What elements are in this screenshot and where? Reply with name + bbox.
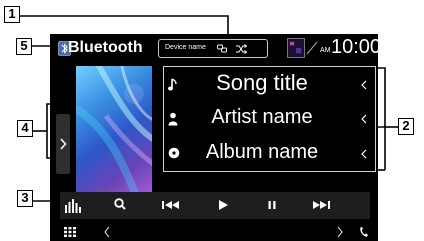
status-bar: Bluetooth Device name AM 10:00 [50, 34, 378, 64]
app-title: Bluetooth [68, 39, 143, 56]
chevron-left-icon[interactable] [103, 226, 111, 238]
equalizer-icon[interactable] [64, 196, 84, 214]
artist-name: Artist name [211, 106, 313, 128]
callout-4: 4 [17, 120, 33, 137]
divider-icon [306, 41, 318, 55]
pause-icon[interactable] [265, 196, 279, 214]
bluetooth-audio-screen: Bluetooth Device name AM 10:00 Song titl… [50, 34, 378, 241]
time-ampm: AM [320, 47, 331, 54]
callout-1: 1 [4, 6, 20, 23]
track-info-panel: Song title Artist name Album name [163, 66, 376, 172]
device-name: Device name [165, 44, 206, 51]
chevron-left-icon [361, 149, 367, 159]
album-artwork[interactable] [76, 66, 152, 192]
song-title: Song title [216, 70, 308, 95]
phone-icon[interactable] [359, 226, 369, 238]
chevron-right-icon [60, 138, 67, 150]
album-name: Album name [205, 141, 319, 163]
shuffle-icon [236, 44, 247, 54]
callout-3: 3 [17, 190, 33, 207]
chevron-right-icon[interactable] [336, 226, 344, 238]
callout-2: 2 [398, 118, 414, 135]
skip-previous-icon[interactable] [160, 196, 182, 214]
chevron-left-icon [361, 114, 367, 124]
device-info-bar[interactable]: Device name [158, 39, 268, 58]
side-panel-tab[interactable] [56, 114, 70, 174]
link-icon [217, 44, 227, 53]
source-thumbnail-icon[interactable] [287, 38, 305, 58]
control-bar [60, 192, 370, 219]
search-icon[interactable] [113, 196, 127, 214]
play-icon[interactable] [215, 196, 231, 214]
grid-menu-icon[interactable] [64, 227, 76, 237]
album-artwork-image [76, 66, 152, 192]
chevron-left-icon [361, 80, 367, 90]
clock: 10:00 [331, 36, 378, 58]
song-title-row[interactable]: Song title [164, 70, 374, 100]
skip-next-icon[interactable] [310, 196, 332, 214]
callout-5: 5 [16, 38, 32, 55]
artist-name-row[interactable]: Artist name [164, 104, 374, 134]
album-name-row[interactable]: Album name [164, 139, 374, 169]
